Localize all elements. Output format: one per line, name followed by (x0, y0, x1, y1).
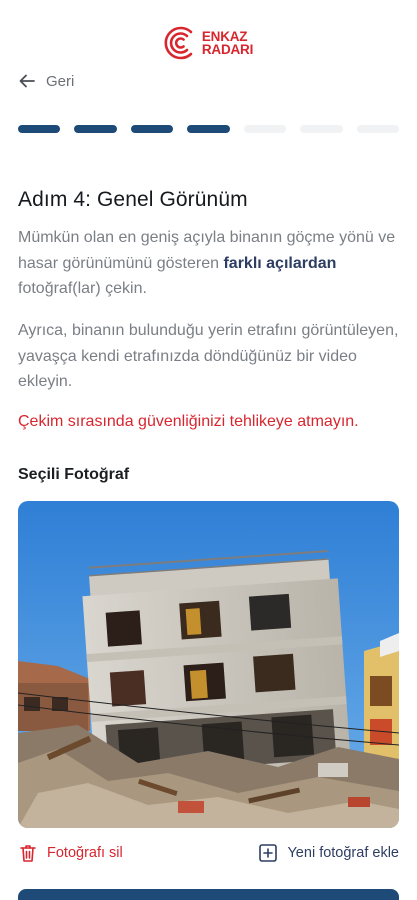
instructions-text-1b: fotoğraf(lar) çekin. (18, 280, 147, 297)
arrow-left-icon (19, 74, 35, 88)
step-progress-bar (18, 125, 399, 133)
collapsed-building-photo (18, 501, 399, 828)
delete-photo-label: Fotoğrafı sil (47, 845, 123, 861)
selected-photo-heading: Seçili Fotoğraf (18, 466, 130, 483)
progress-step-pending (300, 125, 343, 133)
brand-wordmark: ENKAZ RADARI (201, 30, 254, 57)
instructions-text-1a: Mümkün olan en geniş açıyla binanın göçm… (18, 229, 396, 272)
add-square-icon (259, 844, 278, 862)
step-title: Adım 4: Genel Görünüm (18, 188, 248, 211)
app-logo: ENKAZ RADARI (0, 26, 417, 60)
progress-step-complete (130, 125, 174, 133)
instructions-paragraph-2: Ayrıca, binanın bulunduğu yerin etrafını… (18, 322, 399, 390)
brand-line-2: RADARI (201, 42, 254, 57)
delete-photo-button[interactable]: Fotoğrafı sil (18, 843, 123, 863)
add-photo-label: Yeni fotoğraf ekle (287, 845, 399, 861)
progress-step-complete (187, 125, 230, 133)
progress-step-complete (74, 125, 117, 133)
back-label: Geri (46, 72, 75, 90)
back-button[interactable]: Geri (18, 70, 74, 92)
progress-step-pending (243, 125, 287, 133)
continue-button[interactable] (18, 889, 399, 900)
progress-step-complete (18, 125, 61, 133)
instructions-emphasis: farklı açılardan (223, 254, 337, 272)
add-photo-button[interactable]: Yeni fotoğraf ekle (258, 843, 399, 863)
progress-step-pending (356, 125, 399, 133)
radar-logo-icon (164, 26, 193, 60)
safety-warning: Çekim sırasında güvenliğinizi tehlikeye … (18, 413, 359, 430)
trash-icon (20, 845, 36, 862)
selected-photo[interactable] (18, 501, 399, 828)
instructions-paragraph-1: Mümkün olan en geniş açıyla binanın göçm… (18, 225, 403, 302)
photo-actions: Fotoğrafı sil Yeni fotoğraf ekle (18, 843, 399, 863)
